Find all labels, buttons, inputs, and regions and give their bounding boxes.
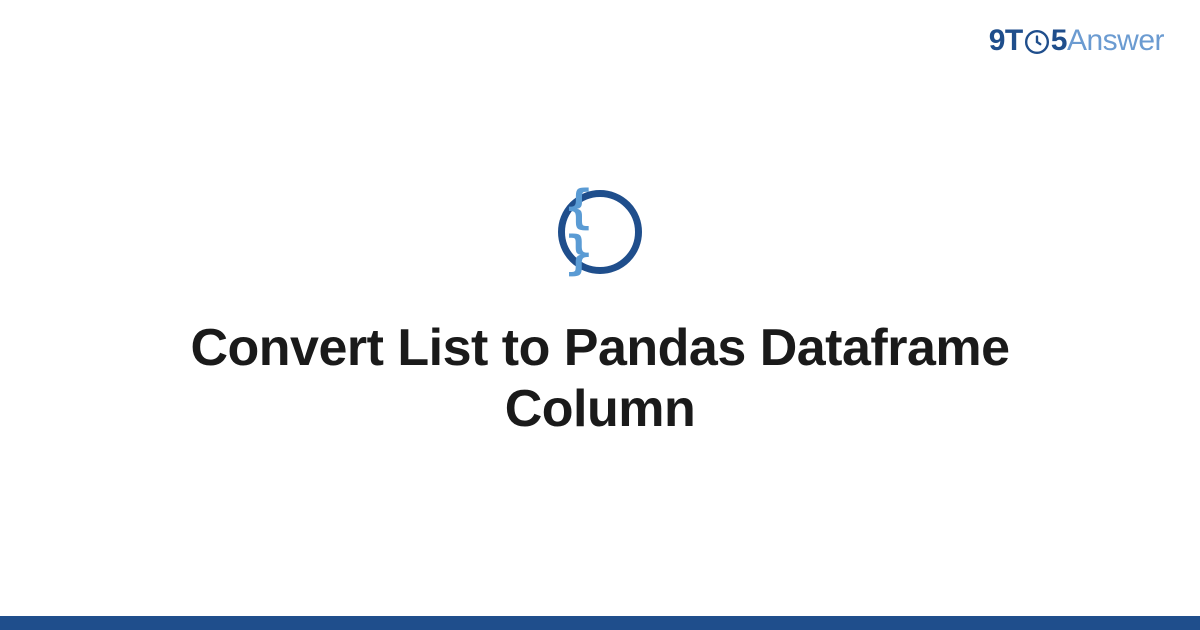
footer-accent-bar bbox=[0, 616, 1200, 630]
braces-glyph: { } bbox=[565, 184, 635, 276]
code-braces-icon: { } bbox=[558, 190, 642, 274]
page-title: Convert List to Pandas Dataframe Column bbox=[100, 318, 1100, 441]
main-content: { } Convert List to Pandas Dataframe Col… bbox=[0, 0, 1200, 630]
